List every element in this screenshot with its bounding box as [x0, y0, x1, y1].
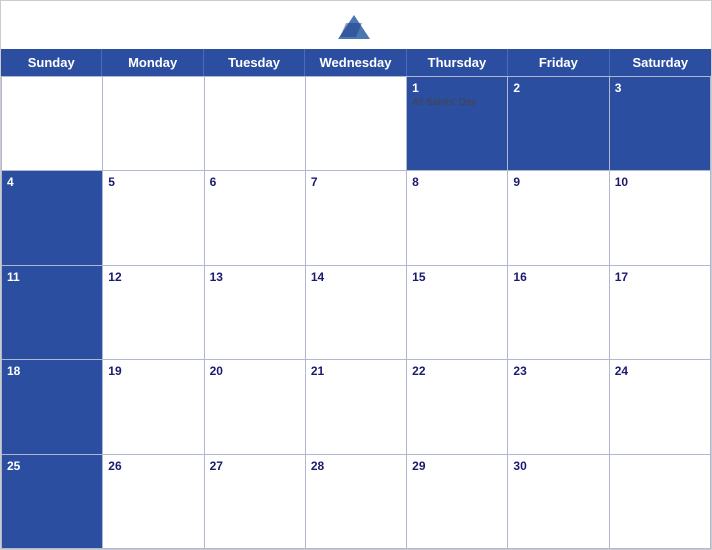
- day-number: 16: [513, 270, 603, 284]
- day-cell: 11: [2, 265, 103, 359]
- day-cell: 20: [205, 359, 306, 453]
- day-cell: 14: [306, 265, 407, 359]
- day-cell: 16: [508, 265, 609, 359]
- day-cell: [306, 76, 407, 170]
- day-number: 9: [513, 175, 603, 189]
- day-cell: 27: [205, 454, 306, 548]
- day-number: 13: [210, 270, 300, 284]
- day-number: 3: [615, 81, 705, 95]
- day-cell: 5: [103, 170, 204, 264]
- event-label: All Saints' Day: [412, 97, 502, 108]
- day-number: 19: [108, 364, 198, 378]
- day-number: 29: [412, 459, 502, 473]
- day-cell: 9: [508, 170, 609, 264]
- weekday-monday: Monday: [102, 49, 203, 76]
- day-cell: 13: [205, 265, 306, 359]
- day-cell: 8: [407, 170, 508, 264]
- day-cell: 12: [103, 265, 204, 359]
- day-number: 20: [210, 364, 300, 378]
- day-number: 11: [7, 270, 97, 284]
- day-cell: 17: [610, 265, 711, 359]
- day-number: 28: [311, 459, 401, 473]
- weekday-wednesday: Wednesday: [305, 49, 406, 76]
- day-cell: 6: [205, 170, 306, 264]
- day-cell: 15: [407, 265, 508, 359]
- logo-icon: [336, 13, 372, 41]
- day-number: 25: [7, 459, 97, 473]
- day-cell: 3: [610, 76, 711, 170]
- day-number: 30: [513, 459, 603, 473]
- day-number: 26: [108, 459, 198, 473]
- day-cell: 24: [610, 359, 711, 453]
- day-number: 15: [412, 270, 502, 284]
- day-cell: [610, 454, 711, 548]
- day-cell: 21: [306, 359, 407, 453]
- day-cell: 1 All Saints' Day: [407, 76, 508, 170]
- day-number: 22: [412, 364, 502, 378]
- day-cell: 2: [508, 76, 609, 170]
- day-cell: 23: [508, 359, 609, 453]
- weekday-tuesday: Tuesday: [204, 49, 305, 76]
- day-number: 14: [311, 270, 401, 284]
- day-cell: 30: [508, 454, 609, 548]
- day-cell: 4: [2, 170, 103, 264]
- day-number: 12: [108, 270, 198, 284]
- day-cell: 18: [2, 359, 103, 453]
- day-cell: [205, 76, 306, 170]
- day-cell: 7: [306, 170, 407, 264]
- day-number: 17: [615, 270, 705, 284]
- day-number: 10: [615, 175, 705, 189]
- day-cell: 10: [610, 170, 711, 264]
- day-number: 24: [615, 364, 705, 378]
- day-number: 18: [7, 364, 97, 378]
- day-number: 27: [210, 459, 300, 473]
- day-cell: 19: [103, 359, 204, 453]
- day-number: 1: [412, 81, 502, 95]
- day-number: 4: [7, 175, 97, 189]
- day-cell: 28: [306, 454, 407, 548]
- day-number: 2: [513, 81, 603, 95]
- day-number: 6: [210, 175, 300, 189]
- weekday-thursday: Thursday: [407, 49, 508, 76]
- weekday-sunday: Sunday: [1, 49, 102, 76]
- day-cell: 25: [2, 454, 103, 548]
- weekday-saturday: Saturday: [610, 49, 711, 76]
- day-number: 23: [513, 364, 603, 378]
- day-number: 21: [311, 364, 401, 378]
- logo: [336, 13, 376, 41]
- day-number: 7: [311, 175, 401, 189]
- calendar-container: Sunday Monday Tuesday Wednesday Thursday…: [0, 0, 712, 550]
- calendar-grid: 1 All Saints' Day 23 456789 10 11 12 13 14 15 16 17…: [1, 76, 711, 549]
- calendar-header: [1, 1, 711, 49]
- day-number: 8: [412, 175, 502, 189]
- day-cell: 22: [407, 359, 508, 453]
- day-cell: 29: [407, 454, 508, 548]
- weekday-friday: Friday: [508, 49, 609, 76]
- day-number: 5: [108, 175, 198, 189]
- day-cell: [103, 76, 204, 170]
- day-cell: 26: [103, 454, 204, 548]
- day-cell: [2, 76, 103, 170]
- weekdays-row: Sunday Monday Tuesday Wednesday Thursday…: [1, 49, 711, 76]
